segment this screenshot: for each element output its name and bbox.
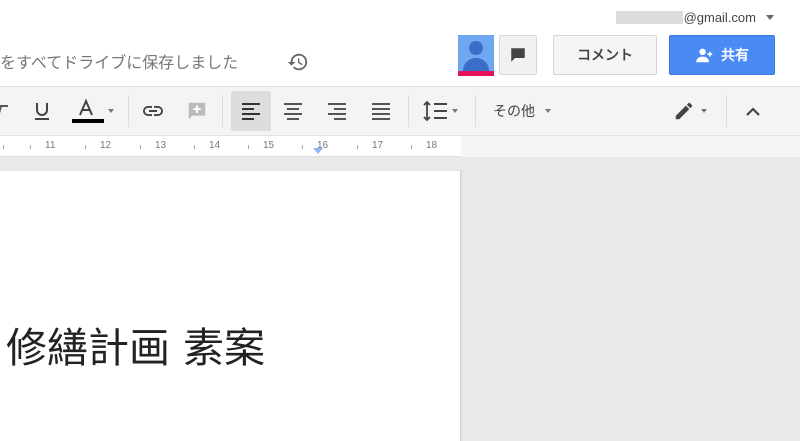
document-canvas: 修繕計画 素案 bbox=[0, 157, 800, 441]
revision-history-icon[interactable] bbox=[287, 51, 309, 73]
chat-icon bbox=[511, 48, 525, 62]
ruler-number: 13 bbox=[155, 140, 167, 151]
document-title-text[interactable]: 修繕計画 素案 bbox=[6, 314, 265, 374]
formatting-toolbar: その他 bbox=[0, 86, 800, 136]
ruler-tick bbox=[357, 145, 358, 149]
comment-button[interactable]: コメント bbox=[553, 35, 657, 75]
more-label: その他 bbox=[493, 104, 535, 120]
line-spacing-icon bbox=[423, 100, 447, 122]
ruler-tick bbox=[140, 145, 141, 149]
account-switcher[interactable]: @gmail.com bbox=[615, 9, 774, 25]
ruler[interactable]: 11 12 13 14 15 16 17 18 bbox=[0, 136, 800, 157]
ruler-number: 11 bbox=[45, 140, 56, 151]
header: @gmail.com をすべてドライブに保存しました コメント 共有 bbox=[0, 0, 800, 86]
ruler-strip: 11 12 13 14 15 16 17 18 bbox=[0, 136, 461, 157]
italic-icon bbox=[0, 105, 8, 114]
pencil-icon bbox=[675, 102, 693, 120]
insert-link-button[interactable] bbox=[135, 87, 171, 135]
ruler-number: 12 bbox=[100, 140, 112, 151]
ruler-number: 18 bbox=[426, 140, 438, 151]
link-icon bbox=[143, 106, 163, 116]
toolbar-divider bbox=[408, 95, 409, 127]
share-label: 共有 bbox=[721, 48, 749, 64]
avatar bbox=[458, 35, 494, 71]
text-color-icon bbox=[72, 98, 104, 123]
align-right-icon bbox=[328, 103, 346, 120]
collapse-header-button[interactable] bbox=[733, 87, 773, 135]
align-justify-icon bbox=[372, 103, 390, 120]
ruler-tick bbox=[85, 145, 86, 149]
editing-mode-dropdown-icon bbox=[701, 109, 707, 113]
underline-icon bbox=[35, 103, 49, 120]
underline-button[interactable] bbox=[28, 87, 56, 135]
redacted-email bbox=[615, 10, 683, 24]
more-dropdown-icon bbox=[545, 109, 551, 113]
toolbar-divider bbox=[475, 95, 476, 127]
document-page[interactable]: 修繕計画 素案 bbox=[0, 171, 461, 441]
ruler-number: 14 bbox=[209, 140, 221, 151]
user-silhouette-icon bbox=[463, 41, 489, 71]
account-email: @gmail.com bbox=[683, 9, 756, 25]
line-spacing-button[interactable] bbox=[414, 87, 466, 135]
justify-button[interactable] bbox=[363, 87, 399, 135]
chevron-up-icon bbox=[746, 107, 760, 116]
toolbar-divider bbox=[222, 95, 223, 127]
ruler-tick bbox=[411, 145, 412, 149]
ruler-tick bbox=[194, 145, 195, 149]
toolbar-divider bbox=[726, 95, 727, 127]
align-left-icon bbox=[242, 103, 260, 120]
ruler-number: 15 bbox=[263, 140, 275, 151]
right-indent-marker[interactable] bbox=[313, 148, 323, 154]
ruler-tick bbox=[30, 145, 31, 149]
insert-comment-button[interactable] bbox=[179, 87, 215, 135]
ruler-tick bbox=[302, 145, 303, 149]
italic-button[interactable] bbox=[0, 87, 14, 135]
account-dropdown-icon bbox=[766, 14, 774, 20]
toolbar-divider bbox=[128, 95, 129, 127]
share-button[interactable]: 共有 bbox=[669, 35, 775, 75]
editing-mode-button[interactable] bbox=[660, 87, 720, 135]
presence-color-bar bbox=[458, 71, 494, 76]
ruler-number: 17 bbox=[372, 140, 384, 151]
docs-window: @gmail.com をすべてドライブに保存しました コメント 共有 その他 1… bbox=[0, 0, 800, 441]
chat-button[interactable] bbox=[499, 35, 537, 75]
collaborator-presence[interactable] bbox=[458, 35, 494, 77]
save-status-text: をすべてドライブに保存しました bbox=[0, 53, 239, 72]
ruler-tick bbox=[3, 145, 4, 149]
text-color-dropdown-icon bbox=[108, 109, 114, 113]
align-left-button[interactable] bbox=[231, 91, 271, 131]
align-center-button[interactable] bbox=[275, 87, 311, 135]
align-center-icon bbox=[284, 103, 302, 120]
add-comment-icon bbox=[188, 102, 206, 120]
more-menu-button[interactable]: その他 bbox=[482, 87, 562, 135]
ruler-tick bbox=[248, 145, 249, 149]
share-people-icon bbox=[696, 48, 713, 63]
line-spacing-dropdown-icon bbox=[452, 109, 458, 113]
align-right-button[interactable] bbox=[319, 87, 355, 135]
text-color-button[interactable] bbox=[64, 87, 118, 135]
